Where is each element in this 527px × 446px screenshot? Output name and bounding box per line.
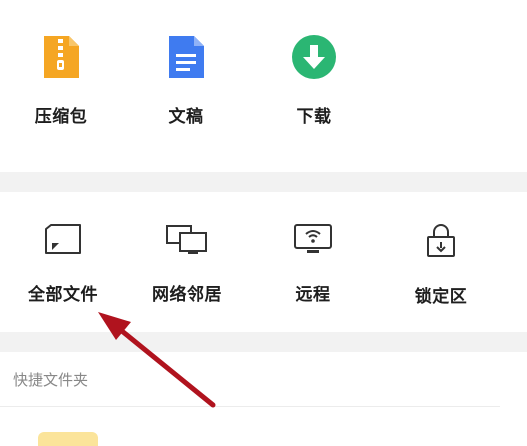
zip-archive-icon <box>44 36 79 78</box>
quick-folders-title: 快捷文件夹 <box>13 371 89 389</box>
section-divider <box>0 172 527 192</box>
category-downloads[interactable]: 下载 <box>259 34 369 127</box>
location-label: 锁定区 <box>414 287 468 307</box>
lock-zone-icon <box>427 224 455 257</box>
location-remote[interactable]: 远程 <box>258 222 368 305</box>
quick-folders-section <box>0 352 527 442</box>
location-label: 网络邻居 <box>152 285 222 305</box>
category-documents[interactable]: 文稿 <box>131 34 241 127</box>
category-label: 文稿 <box>168 107 204 127</box>
category-label: 压缩包 <box>34 107 88 127</box>
network-neighborhood-icon <box>166 225 207 254</box>
section-divider <box>0 332 527 352</box>
divider <box>0 406 500 407</box>
location-label: 远程 <box>295 285 331 305</box>
remote-icon <box>294 224 332 253</box>
location-label: 全部文件 <box>28 285 98 305</box>
folder-icon[interactable] <box>38 432 98 446</box>
location-all-files[interactable]: 全部文件 <box>8 222 118 305</box>
location-network[interactable]: 网络邻居 <box>132 222 242 305</box>
all-files-icon <box>45 224 81 254</box>
document-icon <box>169 36 204 78</box>
category-zip[interactable]: 压缩包 <box>6 34 116 127</box>
location-lock-zone[interactable]: 锁定区 <box>386 222 496 307</box>
category-label: 下载 <box>296 107 332 127</box>
download-icon <box>292 35 336 79</box>
